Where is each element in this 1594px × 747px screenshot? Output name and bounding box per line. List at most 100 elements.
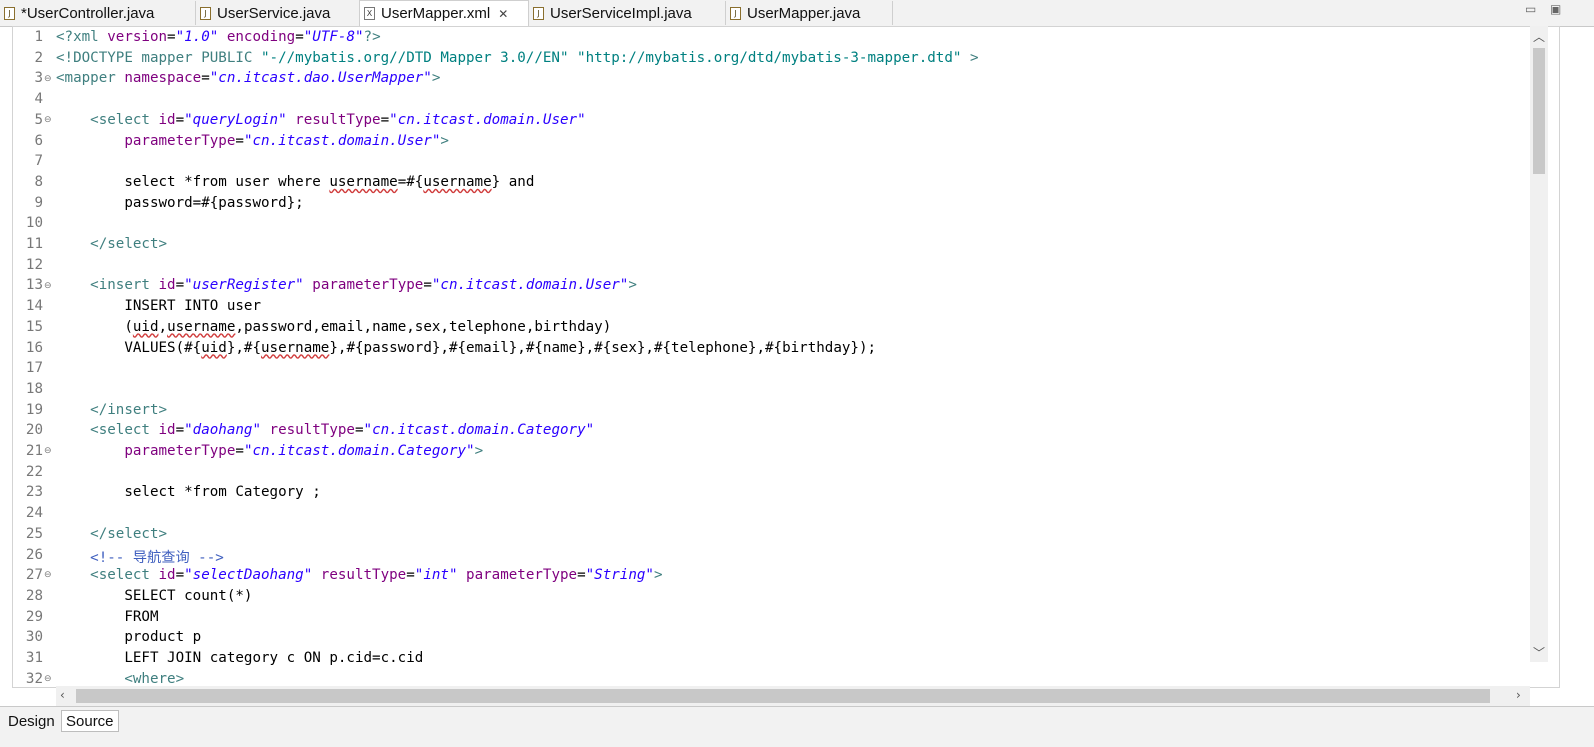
line-number: 26 [25, 546, 43, 563]
maximize-icon[interactable]: ▣ [1550, 2, 1561, 16]
line-number: 21 [25, 443, 43, 459]
code-line-28: SELECT count(*) [56, 588, 252, 604]
sql-text: ( [124, 318, 133, 335]
tag-end: > [653, 567, 663, 584]
attr-value: "cn.itcast.domain.Category" [363, 422, 595, 439]
xml-declaration: <?xml [56, 29, 108, 45]
tab-label: *UserController.java [21, 4, 155, 22]
attr-name: resultType [286, 111, 381, 128]
equals: = [354, 422, 364, 439]
equals: = [423, 277, 432, 294]
tab-label: UserService.java [217, 4, 331, 22]
code-line-14: INSERT INTO user [56, 298, 261, 314]
fold-collapse-icon[interactable]: ⊖ [44, 675, 53, 684]
code-line-30: product p [56, 629, 201, 645]
java-file-icon: J [4, 6, 15, 20]
attr-name: id [149, 277, 176, 294]
sql-text: select *from Category ; [124, 484, 321, 501]
equals: = [577, 567, 586, 584]
tab-user-service[interactable]: J UserService.java [196, 1, 360, 25]
tab-user-mapper-xml[interactable]: X UserMapper.xml ✕ [359, 0, 529, 26]
fold-collapse-icon[interactable]: ⊖ [44, 75, 53, 84]
tab-label: UserServiceImpl.java [550, 4, 692, 22]
sql-text: },#{ [226, 339, 262, 356]
xml-declaration-end: ?> [363, 29, 381, 45]
attr-name: id [149, 567, 176, 584]
tab-label: UserMapper.java [747, 4, 861, 22]
tag: </select> [90, 236, 168, 252]
line-number: 27 [25, 567, 43, 584]
vertical-scrollbar[interactable]: ︿ ﹀ [1530, 26, 1548, 662]
vertical-scrollbar-thumb[interactable] [1533, 48, 1545, 174]
java-file-icon: J [200, 6, 211, 20]
code-line-21: parameterType="cn.itcast.domain.Category… [56, 443, 483, 459]
xml-comment: <!-- 导航查询 --> [90, 549, 224, 566]
minimize-icon[interactable]: ▭ [1525, 2, 1536, 16]
equals: = [295, 29, 304, 45]
tag: <mapper [56, 70, 116, 87]
line-number: 4 [34, 91, 43, 108]
tab-design[interactable]: Design [4, 710, 59, 732]
line-number: 2 [34, 49, 43, 66]
scroll-up-arrow-icon[interactable]: ︿ [1533, 28, 1545, 45]
equals: = [406, 567, 415, 584]
spell-error-text: username [423, 173, 492, 190]
xml-source-editor[interactable]: 1 2 3 4 5 6 7 8 9 10 11 12 13 14 15 16 1… [12, 26, 1560, 688]
doctype: <!DOCTYPE [56, 49, 142, 66]
horizontal-scrollbar-thumb[interactable] [76, 689, 1490, 703]
tab-user-service-impl[interactable]: J UserServiceImpl.java [529, 1, 726, 25]
scroll-down-arrow-icon[interactable]: ﹀ [1533, 644, 1545, 661]
doctype-end: > [961, 49, 979, 66]
tag-end: > [628, 277, 637, 294]
tag-end: > [440, 132, 449, 149]
attr-name: namespace [115, 70, 202, 87]
attr-value: "userRegister" [184, 277, 304, 294]
line-number: 17 [25, 360, 43, 377]
sql-text: } and [491, 173, 535, 190]
scroll-right-arrow-icon[interactable]: › [1516, 688, 1521, 702]
line-number: 28 [25, 587, 43, 604]
close-icon[interactable]: ✕ [498, 7, 508, 21]
code-line-1: <?xml version="1.0" encoding="UTF-8"?> [56, 29, 381, 45]
spell-error-text: uid [201, 339, 227, 356]
sql-text: , [158, 318, 168, 335]
scroll-left-arrow-icon[interactable]: ‹ [60, 688, 65, 702]
line-number: 29 [25, 608, 43, 625]
tab-user-controller[interactable]: J *UserController.java [0, 1, 196, 25]
code-line-8: select *from user where username=#{usern… [56, 174, 534, 190]
line-number: 19 [25, 401, 43, 418]
line-number: 18 [25, 380, 43, 397]
code-line-27: <select id="selectDaohang" resultType="i… [56, 567, 663, 584]
editor-tab-bar: J *UserController.java J UserService.jav… [0, 0, 1594, 27]
fold-collapse-icon[interactable]: ⊖ [44, 571, 53, 580]
code-line-2: <!DOCTYPE mapper PUBLIC "-//mybatis.org/… [56, 50, 979, 66]
attr-value: "selectDaohang" [184, 567, 313, 584]
line-number: 15 [25, 318, 43, 335]
line-number: 25 [25, 525, 43, 542]
attr-name: encoding [218, 29, 296, 45]
doctype-system-id: "http://mybatis.org/dtd/mybatis-3-mapper… [568, 49, 962, 66]
doctype-root: mapper [141, 49, 193, 66]
tab-user-mapper-java[interactable]: J UserMapper.java [726, 1, 893, 25]
attr-name: parameterType [303, 277, 424, 294]
horizontal-scrollbar[interactable]: ‹ › [56, 686, 1530, 706]
line-number: 31 [25, 650, 43, 666]
fold-collapse-icon[interactable]: ⊖ [44, 282, 53, 291]
attr-name: id [149, 422, 176, 439]
attr-value: "UTF-8" [303, 29, 364, 45]
spell-error-text: username [167, 318, 236, 335]
line-number: 30 [25, 629, 43, 646]
attr-value: "cn.itcast.dao.UserMapper" [209, 70, 432, 87]
attr-value: "cn.itcast.domain.User" [243, 132, 441, 149]
attr-name: resultType [261, 422, 355, 439]
attr-name: parameterType [124, 132, 236, 149]
fold-collapse-icon[interactable]: ⊖ [44, 447, 53, 456]
line-number: 23 [25, 484, 43, 501]
fold-collapse-icon[interactable]: ⊖ [44, 116, 53, 125]
code-line-11: </select> [56, 236, 167, 252]
attr-name: parameterType [457, 567, 578, 584]
code-line-3: <mapper namespace="cn.itcast.dao.UserMap… [56, 70, 440, 86]
tab-source[interactable]: Source [61, 710, 119, 732]
attr-value: "daohang" [184, 422, 262, 439]
sql-text: VALUES(#{ [124, 339, 202, 356]
